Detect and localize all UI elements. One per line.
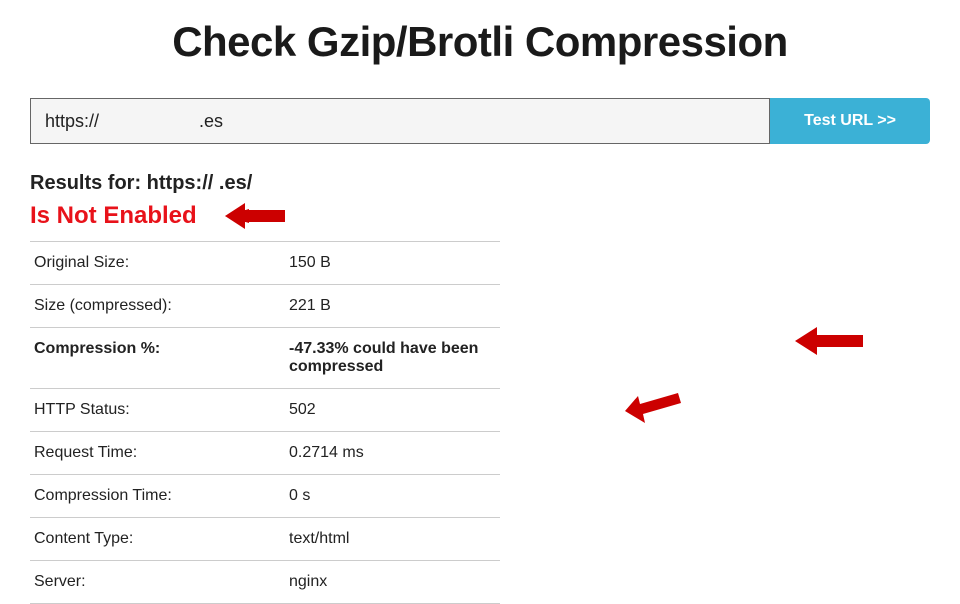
compression-status: Is Not Enabled bbox=[30, 202, 197, 230]
table-row: HTTP Status: 502 bbox=[30, 389, 500, 432]
row-value: text/html bbox=[285, 518, 500, 561]
table-row: Compression Time: 0 s bbox=[30, 475, 500, 518]
arrow-icon bbox=[225, 201, 285, 231]
row-label: HTTP Status: bbox=[30, 389, 285, 432]
row-value: nginx bbox=[285, 561, 500, 604]
arrow-icon bbox=[795, 324, 863, 358]
test-url-button[interactable]: Test URL >> bbox=[770, 98, 930, 144]
table-row: Size (compressed): 221 B bbox=[30, 285, 500, 328]
row-value: 221 B bbox=[285, 285, 500, 328]
table-row: Server: nginx bbox=[30, 561, 500, 604]
row-label: Size (compressed): bbox=[30, 285, 285, 328]
row-value: 150 B bbox=[285, 242, 500, 285]
row-value: -47.33% could have been compressed bbox=[289, 340, 478, 375]
page-title: Check Gzip/Brotli Compression bbox=[30, 0, 930, 98]
results-table: Original Size: 150 B Size (compressed): … bbox=[30, 241, 500, 604]
row-label: Original Size: bbox=[30, 242, 285, 285]
row-label: Compression Time: bbox=[30, 475, 285, 518]
results-heading: Results for: https:// .es/ bbox=[30, 172, 930, 195]
table-row: Original Size: 150 B bbox=[30, 242, 500, 285]
row-value: 0.2714 ms bbox=[285, 432, 500, 475]
row-value: 502 bbox=[289, 401, 316, 418]
row-label: Server: bbox=[30, 561, 285, 604]
table-row: Content Type: text/html bbox=[30, 518, 500, 561]
row-label: Compression %: bbox=[30, 328, 285, 389]
url-form: Test URL >> bbox=[30, 98, 930, 144]
table-row: Compression %: -47.33% could have been c… bbox=[30, 328, 500, 389]
row-label: Request Time: bbox=[30, 432, 285, 475]
table-row: Request Time: 0.2714 ms bbox=[30, 432, 500, 475]
row-label: Content Type: bbox=[30, 518, 285, 561]
row-value: 0 s bbox=[285, 475, 500, 518]
arrow-icon bbox=[625, 393, 683, 423]
url-input[interactable] bbox=[30, 98, 770, 144]
